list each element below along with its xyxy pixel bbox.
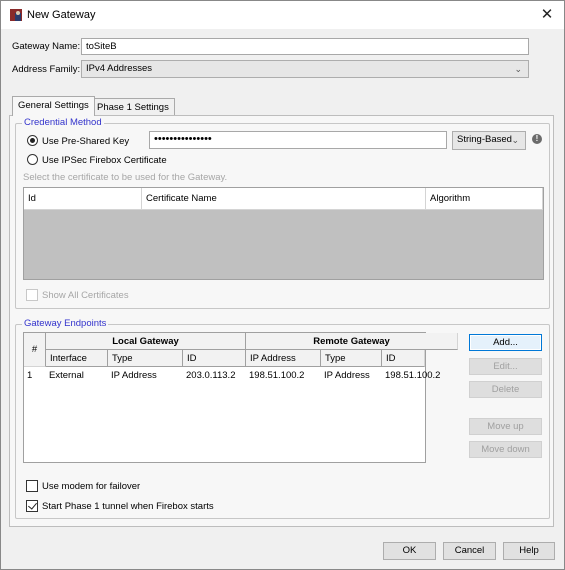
ok-button[interactable]: OK: [383, 542, 436, 560]
move-down-button[interactable]: Move down: [469, 441, 542, 458]
row-remote-id: 198.51.100.2: [385, 370, 441, 381]
gateway-name-input[interactable]: toSiteB: [81, 38, 529, 55]
address-family-label: Address Family:: [12, 64, 81, 75]
col-header-local-id[interactable]: ID: [183, 350, 246, 367]
edit-button[interactable]: Edit...: [469, 358, 542, 375]
gateway-endpoints-title: Gateway Endpoints: [22, 318, 109, 329]
use-modem-label: Use modem for failover: [42, 481, 141, 492]
col-header-algorithm[interactable]: Algorithm: [426, 188, 543, 210]
cert-radio[interactable]: [27, 154, 38, 165]
row-interface: External: [49, 370, 84, 381]
show-all-certificates-checkbox[interactable]: [26, 289, 38, 301]
info-icon[interactable]: !: [532, 134, 542, 144]
psk-type-select[interactable]: String-Based ⌄: [452, 131, 526, 150]
help-button[interactable]: Help: [503, 542, 555, 560]
tab-phase1-settings[interactable]: Phase 1 Settings: [91, 98, 175, 116]
col-header-local-gateway: Local Gateway: [46, 333, 246, 350]
row-local-id: 203.0.113.2: [186, 370, 236, 381]
cancel-button[interactable]: Cancel: [443, 542, 496, 560]
move-up-button[interactable]: Move up: [469, 418, 542, 435]
col-header-number[interactable]: #: [24, 333, 46, 367]
chevron-down-icon: ⌄: [511, 135, 519, 145]
col-header-remote-gateway: Remote Gateway: [246, 333, 458, 350]
psk-type-value: String-Based: [457, 134, 512, 145]
credential-method-title: Credential Method: [22, 117, 104, 128]
chevron-down-icon: ⌄: [514, 64, 522, 74]
col-header-remote-id[interactable]: ID: [382, 350, 425, 367]
delete-button[interactable]: Delete: [469, 381, 542, 398]
window-title: New Gateway: [27, 9, 96, 21]
certificate-table[interactable]: Id Certificate Name Algorithm: [23, 187, 544, 280]
title-bar: New Gateway ✕: [1, 1, 564, 29]
col-header-local-type[interactable]: Type: [108, 350, 183, 367]
psk-input[interactable]: •••••••••••••••: [149, 131, 447, 149]
show-all-certificates-label: Show All Certificates: [42, 290, 129, 301]
row-remote-type: IP Address: [324, 370, 370, 381]
new-gateway-dialog: New Gateway ✕ Gateway Name: toSiteB Addr…: [0, 0, 565, 570]
psk-label: Use Pre-Shared Key: [42, 136, 130, 147]
table-row[interactable]: 1 External IP Address 203.0.113.2 198.51…: [24, 368, 440, 384]
col-header-id[interactable]: Id: [24, 188, 142, 210]
address-family-select[interactable]: IPv4 Addresses ⌄: [81, 60, 529, 78]
start-tunnel-label: Start Phase 1 tunnel when Firebox starts: [42, 501, 214, 512]
cert-hint: Select the certificate to be used for th…: [23, 172, 228, 183]
psk-radio[interactable]: [27, 135, 38, 146]
address-family-value: IPv4 Addresses: [86, 63, 153, 74]
add-button[interactable]: Add...: [469, 334, 542, 351]
endpoints-table[interactable]: # Local Gateway Remote Gateway Interface…: [23, 332, 458, 463]
row-remote-ip: 198.51.100.2: [249, 370, 305, 381]
col-header-certificate-name[interactable]: Certificate Name: [142, 188, 426, 210]
close-icon[interactable]: ✕: [536, 4, 558, 26]
col-header-remote-type[interactable]: Type: [321, 350, 382, 367]
use-modem-checkbox[interactable]: [26, 480, 38, 492]
col-header-interface[interactable]: Interface: [46, 350, 108, 367]
cert-label: Use IPSec Firebox Certificate: [42, 155, 167, 166]
start-tunnel-checkbox[interactable]: [26, 500, 38, 512]
firebox-app-icon: [10, 9, 22, 21]
row-number: 1: [27, 370, 33, 381]
tab-general-settings[interactable]: General Settings: [12, 96, 95, 116]
col-header-remote-ip[interactable]: IP Address: [246, 350, 321, 367]
gateway-name-label: Gateway Name:: [12, 41, 81, 52]
row-local-type: IP Address: [111, 370, 157, 381]
